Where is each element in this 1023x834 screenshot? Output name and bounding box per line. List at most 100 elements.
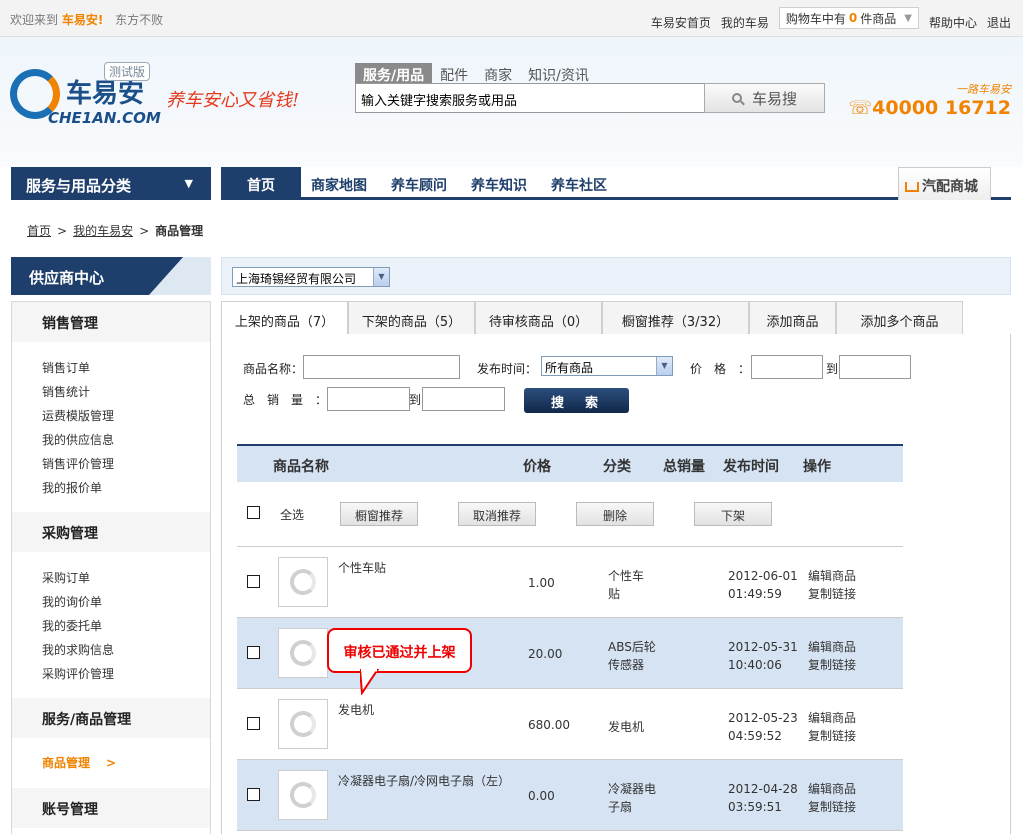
product-ops: 编辑商品 复制链接: [808, 638, 856, 674]
sidebar-item-purchase-reviews[interactable]: 采购评价管理: [42, 665, 114, 682]
row-checkbox[interactable]: [247, 575, 260, 588]
nav-parts-mall-label: 汽配商城: [922, 179, 978, 195]
sidebar-item-wanted[interactable]: 我的求购信息: [42, 641, 114, 658]
tab-window-recommend[interactable]: 橱窗推荐（3/32）: [602, 301, 749, 335]
edit-product-link[interactable]: 编辑商品: [808, 780, 856, 798]
sidebar-group-purchase: 采购管理: [12, 512, 210, 552]
tab-add-multiple[interactable]: 添加多个商品: [836, 301, 963, 335]
product-name[interactable]: 个性车贴: [338, 559, 386, 576]
my-account-link[interactable]: 我的车易: [721, 14, 769, 31]
welcome-text: 欢迎来到 车易安! 东方不败: [10, 11, 163, 28]
sidebar-title-text: 供应商中心: [29, 269, 105, 287]
breadcrumb-home[interactable]: 首页: [27, 224, 51, 238]
sidebar-item-product-management[interactable]: 商品管理 >: [42, 754, 116, 771]
category-menu[interactable]: 服务与用品分类 ▼: [11, 167, 211, 200]
select-all-checkbox[interactable]: [247, 506, 260, 519]
sidebar-item-quotes[interactable]: 我的报价单: [42, 479, 102, 496]
col-name: 商品名称: [273, 459, 329, 475]
product-price: 1.00: [528, 576, 555, 590]
hotline-tag: 一路车易安: [956, 83, 1011, 96]
chevron-down-icon: ▼: [184, 177, 193, 190]
company-select[interactable]: 上海琦锡经贸有限公司 ▼: [232, 267, 390, 287]
filter-sales-min[interactable]: [327, 387, 410, 411]
copy-link-link[interactable]: 复制链接: [808, 727, 856, 745]
tab-off-shelf[interactable]: 下架的商品（5）: [348, 301, 475, 335]
product-placeholder-icon[interactable]: [278, 699, 328, 749]
username[interactable]: 东方不败: [115, 13, 163, 27]
filter-time-select[interactable]: 所有商品 ▼: [541, 356, 673, 376]
top-links: 车易安首页 我的车易 购物车中有 0 件商品 ▼ 帮助中心 退出: [651, 7, 1011, 33]
cart-suffix: 件商品: [860, 11, 897, 26]
col-price: 价格: [523, 459, 551, 475]
tab-add-product[interactable]: 添加商品: [749, 301, 836, 335]
table-row: 冷凝器电子扇/冷网电子扇（左） 0.00 冷凝器电 子扇 2012-04-28 03…: [237, 760, 903, 831]
product-date: 2012-05-31 10:40:06: [728, 638, 798, 674]
product-name[interactable]: 发电机: [338, 701, 374, 718]
edit-product-link[interactable]: 编辑商品: [808, 709, 856, 727]
sidebar-item-supply-info[interactable]: 我的供应信息: [42, 431, 114, 448]
row-checkbox[interactable]: [247, 717, 260, 730]
sidebar-item-commissions[interactable]: 我的委托单: [42, 617, 102, 634]
product-ops: 编辑商品 复制链接: [808, 780, 856, 816]
filter-price-min[interactable]: [751, 355, 823, 379]
tab-pending[interactable]: 待审核商品（0）: [475, 301, 602, 335]
category-line-1: 个性车: [608, 569, 645, 583]
cart-dropdown[interactable]: 购物车中有 0 件商品 ▼: [778, 7, 919, 29]
row-checkbox[interactable]: [247, 788, 260, 801]
sidebar-item-inquiries[interactable]: 我的询价单: [42, 593, 102, 610]
product-placeholder-ring: [290, 640, 316, 666]
product-category: 发电机: [608, 718, 666, 736]
copy-link-link[interactable]: 复制链接: [808, 585, 856, 603]
cancel-recommend-button[interactable]: 取消推荐: [458, 502, 536, 526]
tab-on-shelf[interactable]: 上架的商品（7）: [221, 301, 348, 336]
product-ops: 编辑商品 复制链接: [808, 567, 856, 603]
breadcrumb-mine[interactable]: 我的车易安: [73, 224, 133, 238]
filter-name-input[interactable]: [303, 355, 460, 379]
category-menu-label: 服务与用品分类: [26, 177, 132, 195]
nav-home[interactable]: 首页: [221, 167, 301, 200]
sidebar-item-purchase-orders[interactable]: 采购订单: [42, 569, 90, 586]
header: 车易安 CHE1AN.COM 测试版 养车安心又省钱! 服务/用品 配件 商家 …: [0, 37, 1023, 167]
product-price: 20.00: [528, 647, 563, 661]
delete-button[interactable]: 删除: [576, 502, 654, 526]
edit-product-link[interactable]: 编辑商品: [808, 567, 856, 585]
product-placeholder-icon[interactable]: [278, 628, 328, 678]
product-name[interactable]: 冷凝器电子扇/冷网电子扇（左）: [338, 772, 510, 789]
sidebar-item-label: 商品管理: [42, 756, 91, 770]
product-placeholder-icon[interactable]: [278, 770, 328, 820]
product-placeholder-ring: [290, 782, 316, 808]
time-line: 10:40:06: [728, 658, 782, 672]
search-button[interactable]: 车易搜: [704, 83, 825, 113]
date-line: 2012-05-31: [728, 640, 798, 654]
brand-link[interactable]: 车易安!: [62, 13, 103, 27]
sidebar-item-sales-orders[interactable]: 销售订单: [42, 359, 90, 376]
filter-name-label: 商品名称：: [243, 362, 304, 376]
filter-sales-label: 总 销 量 ：: [243, 393, 328, 407]
edit-product-link[interactable]: 编辑商品: [808, 638, 856, 656]
help-link[interactable]: 帮助中心: [929, 14, 977, 31]
take-off-shelf-button[interactable]: 下架: [694, 502, 772, 526]
filter-search-button[interactable]: 搜 索: [524, 388, 629, 413]
row-checkbox[interactable]: [247, 646, 260, 659]
logo-url: CHE1AN.COM: [48, 109, 161, 127]
copy-link-link[interactable]: 复制链接: [808, 656, 856, 674]
category-line-1: 冷凝器电: [608, 782, 657, 796]
sidebar-item-sales-reviews[interactable]: 销售评价管理: [42, 455, 114, 472]
nav-car-knowledge[interactable]: 养车知识: [471, 175, 527, 195]
nav-parts-mall[interactable]: 汽配商城: [898, 167, 991, 200]
time-line: 01:49:59: [728, 587, 782, 601]
sidebar-item-sales-stats[interactable]: 销售统计: [42, 383, 90, 400]
copy-link-link[interactable]: 复制链接: [808, 798, 856, 816]
sidebar-item-freight-template[interactable]: 运费模版管理: [42, 407, 114, 424]
logout-link[interactable]: 退出: [987, 14, 1011, 31]
nav-car-community[interactable]: 养车社区: [551, 175, 607, 195]
nav-car-advisor[interactable]: 养车顾问: [391, 175, 447, 195]
nav-merchant-map[interactable]: 商家地图: [311, 175, 367, 195]
window-recommend-button[interactable]: 橱窗推荐: [340, 502, 418, 526]
filter-sales-max[interactable]: [422, 387, 505, 411]
home-link[interactable]: 车易安首页: [651, 14, 711, 31]
product-placeholder-icon[interactable]: [278, 557, 328, 607]
search-input[interactable]: 输入关键字搜索服务或用品: [355, 83, 705, 113]
filter-price-max[interactable]: [839, 355, 911, 379]
category-line-1: 发电机: [608, 720, 645, 734]
